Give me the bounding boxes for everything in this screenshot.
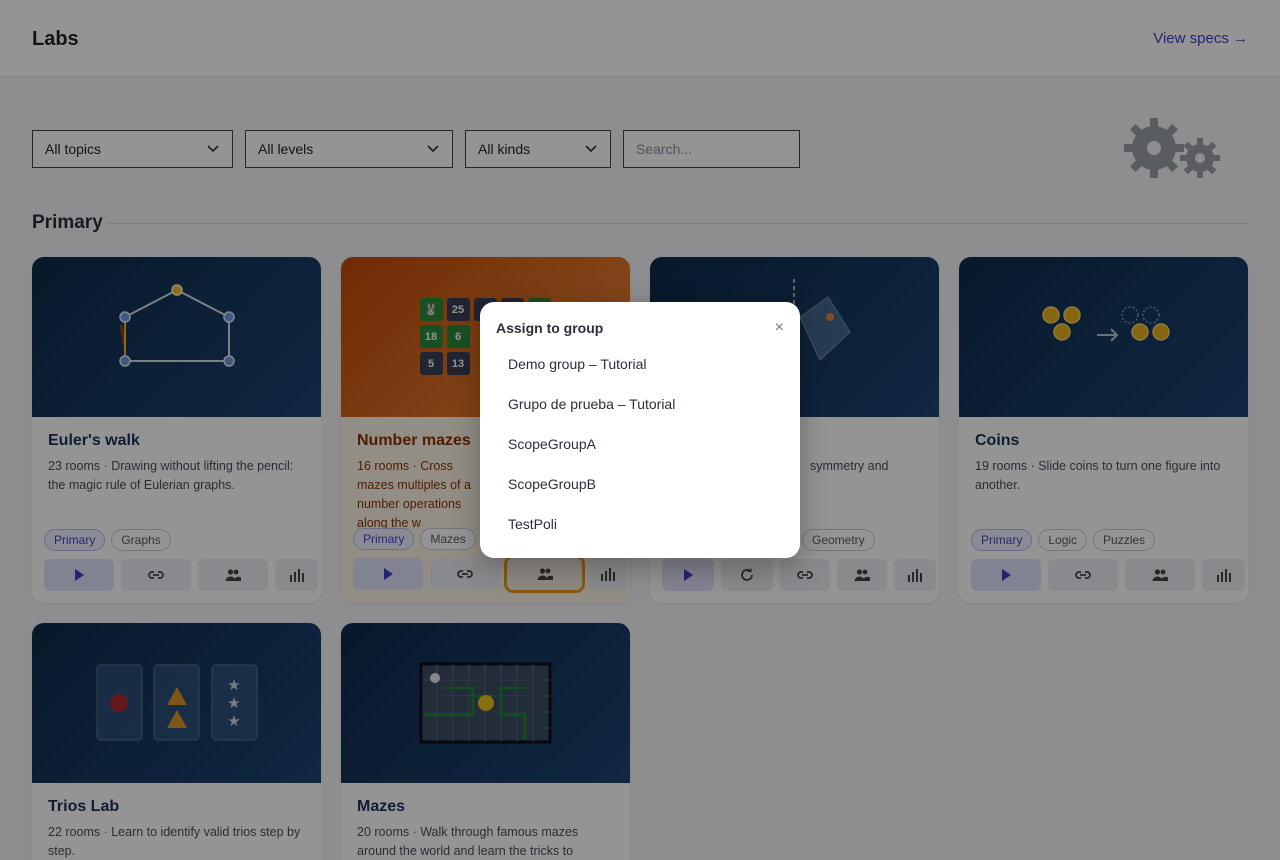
dialog-title: Assign to group bbox=[496, 320, 604, 336]
group-option[interactable]: ScopeGroupA bbox=[508, 436, 596, 452]
group-option[interactable]: TestPoli bbox=[508, 516, 557, 532]
close-icon[interactable]: × bbox=[775, 320, 784, 336]
group-option[interactable]: ScopeGroupB bbox=[508, 476, 596, 492]
assign-group-dialog: Assign to group × Demo group – Tutorial … bbox=[480, 302, 800, 558]
group-option[interactable]: Grupo de prueba – Tutorial bbox=[508, 396, 675, 412]
group-option[interactable]: Demo group – Tutorial bbox=[508, 356, 647, 372]
